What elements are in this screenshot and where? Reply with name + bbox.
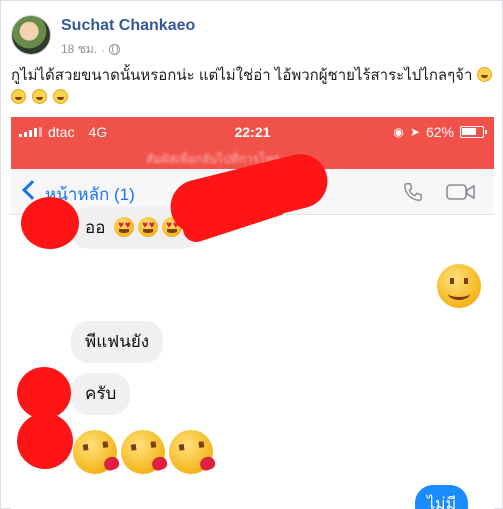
grinning-emoji	[476, 67, 492, 82]
rotation-lock-icon: ◉	[393, 125, 404, 139]
phone-icon[interactable]	[402, 181, 424, 203]
battery-icon	[460, 126, 487, 138]
globe-icon[interactable]	[109, 44, 121, 55]
message-text: ครับ	[85, 384, 117, 403]
status-right: ◉ ➤ 62%	[393, 124, 487, 140]
kiss-emoji	[73, 430, 117, 474]
post-text-body: กูไม่ได้สวยขนาดนั้นหรอกน่ะ แต่ไม่ใช่อ่า …	[11, 67, 473, 84]
post-meta: 18 ชม. ·	[61, 40, 121, 59]
battery-percent: 62%	[425, 124, 454, 140]
message-text: ออ	[85, 218, 106, 237]
ios-status-bar: dtac 4G 22:21 ◉ ➤ 62%	[11, 117, 494, 147]
chat-thread[interactable]: ออ พีแฟนยัง ครับ ไม่มี	[11, 207, 494, 509]
back-icon[interactable]	[22, 180, 42, 200]
meta-separator: ·	[101, 42, 106, 57]
heart-eyes-emoji	[138, 217, 158, 237]
redaction-mark	[21, 197, 79, 249]
smile-emoji	[437, 264, 481, 308]
location-icon: ➤	[409, 125, 420, 139]
post-text: กูไม่ได้สวยขนาดนั้นหรอกน่ะ แต่ไม่ใช่อ่า …	[11, 65, 497, 109]
kiss-emoji	[121, 430, 165, 474]
grinning-emoji	[11, 89, 26, 104]
heart-eyes-emoji	[114, 217, 134, 237]
grinning-emoji	[53, 89, 69, 104]
grinning-emoji	[32, 89, 48, 104]
message-text: พีแฟนยัง	[85, 332, 150, 351]
post-time[interactable]: 18 ชม.	[61, 40, 97, 59]
attached-screenshot[interactable]: dtac 4G 22:21 ◉ ➤ 62% สัมผัสเพื่อกลับไปท…	[11, 117, 494, 509]
author-avatar[interactable]	[11, 15, 51, 55]
redaction-mark	[17, 367, 71, 419]
incoming-message: พีแฟนยัง	[71, 321, 164, 363]
redaction-mark	[17, 413, 73, 469]
kiss-emoji	[169, 430, 213, 474]
incoming-message: ครับ	[71, 373, 131, 415]
video-icon[interactable]	[446, 183, 476, 201]
message-text: ไม่มี	[427, 496, 457, 509]
facebook-post: Suchat Chankaeo 18 ชม. · กูไม่ได้สวยขนาด…	[0, 0, 503, 509]
outgoing-message: ไม่มี	[415, 485, 469, 509]
author-name[interactable]: Suchat Chankaeo	[61, 17, 195, 35]
